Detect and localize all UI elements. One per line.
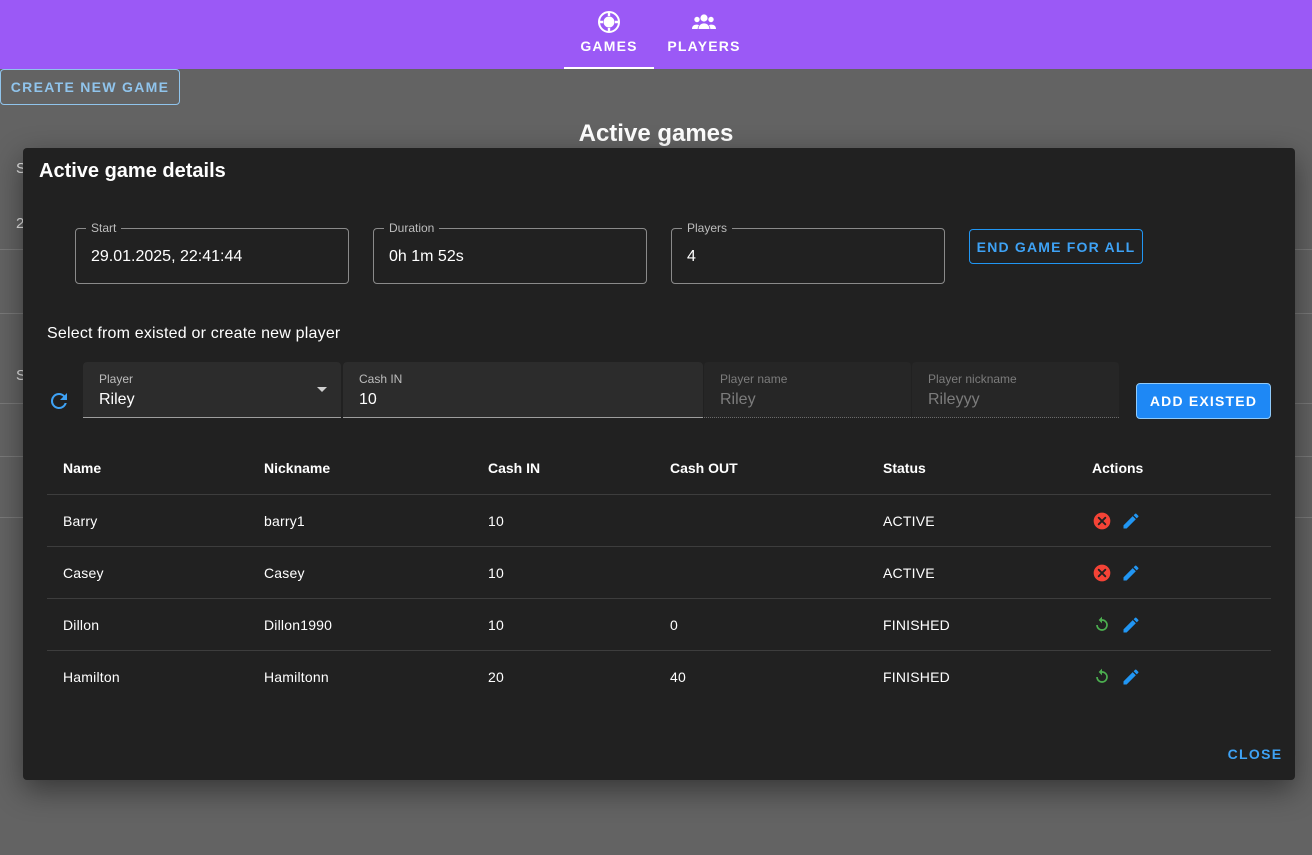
column-header: Status: [883, 460, 926, 476]
player-name-value: Riley: [720, 391, 756, 408]
player-select-value: Riley: [99, 391, 135, 408]
end-game-for-all-button[interactable]: END GAME FOR ALL: [969, 229, 1143, 264]
cash-out-cell: 0: [670, 617, 678, 633]
players-table: Name Nickname Cash IN Cash OUT Status Ac…: [47, 443, 1271, 703]
table-body: Barry barry1 10 ACTIVE Casey Casey 10 ACTIVE Dil…: [47, 495, 1271, 703]
players-count-field-label: Players: [682, 221, 733, 235]
nickname-cell: Hamiltonn: [264, 669, 329, 685]
cash-in-value: 10: [359, 391, 377, 408]
restore-icon[interactable]: [1092, 615, 1112, 635]
nickname-cell: Dillon1990: [264, 617, 333, 633]
player-name-cell: Dillon: [63, 617, 100, 633]
table-row: Casey Casey 10 ACTIVE: [47, 547, 1271, 599]
top-nav-bar: GAMES PLAYERS: [0, 0, 1312, 69]
player-select-label: Player: [99, 372, 134, 386]
dialog-title: Active game details: [39, 160, 226, 182]
start-field-value: 29.01.2025, 22:41:44: [91, 248, 243, 265]
cancel-icon[interactable]: [1092, 511, 1112, 531]
player-nickname-input: Player nickname Rileyyy: [912, 362, 1119, 418]
refresh-icon[interactable]: [47, 389, 71, 413]
cash-in-cell: 10: [488, 617, 504, 633]
column-header: Cash IN: [488, 460, 541, 476]
player-nickname-label: Player nickname: [928, 372, 1017, 386]
nickname-cell: barry1: [264, 513, 305, 529]
player-name-input: Player name Riley: [704, 362, 911, 418]
column-header: Actions: [1092, 460, 1144, 476]
edit-icon[interactable]: [1121, 667, 1141, 687]
player-name-cell: Barry: [63, 513, 98, 529]
cash-in-input[interactable]: Cash IN 10: [343, 362, 703, 418]
tab-games-label: GAMES: [580, 38, 638, 54]
cash-in-label: Cash IN: [359, 372, 403, 386]
add-existed-button[interactable]: ADD EXISTED: [1136, 383, 1271, 419]
table-row: Hamilton Hamiltonn 20 40 FINISHED: [47, 651, 1271, 703]
players-count-field[interactable]: Players 4: [671, 221, 945, 284]
column-header: Nickname: [264, 460, 331, 476]
player-select[interactable]: Player Riley: [83, 362, 341, 418]
create-new-game-button[interactable]: CREATE NEW GAME: [0, 69, 180, 105]
status-cell: ACTIVE: [883, 565, 935, 581]
edit-icon[interactable]: [1121, 563, 1141, 583]
group-icon: [692, 14, 716, 29]
duration-field[interactable]: Duration 0h 1m 52s: [373, 221, 647, 284]
players-count-field-value: 4: [687, 248, 696, 265]
duration-field-value: 0h 1m 52s: [389, 248, 464, 265]
status-cell: FINISHED: [883, 617, 950, 633]
start-field[interactable]: Start 29.01.2025, 22:41:44: [75, 221, 349, 284]
status-cell: ACTIVE: [883, 513, 935, 529]
player-name-cell: Hamilton: [63, 669, 120, 685]
tab-games[interactable]: GAMES: [564, 10, 654, 69]
dropdown-arrow-icon: [317, 387, 327, 392]
table-header: Name Nickname Cash IN Cash OUT Status Ac…: [47, 443, 1271, 495]
cash-in-cell: 20: [488, 669, 504, 685]
restore-icon[interactable]: [1092, 667, 1112, 687]
cancel-icon[interactable]: [1092, 563, 1112, 583]
tab-players-label: PLAYERS: [667, 38, 741, 54]
start-field-label: Start: [86, 221, 122, 235]
table-row: Dillon Dillon1990 10 0 FINISHED: [47, 599, 1271, 651]
edit-icon[interactable]: [1121, 615, 1141, 635]
player-nickname-value: Rileyyy: [928, 391, 980, 408]
player-section-heading: Select from existed or create new player: [47, 325, 341, 342]
cash-in-cell: 10: [488, 565, 504, 581]
player-name-cell: Casey: [63, 565, 104, 581]
active-game-details-dialog: Active game details Start 29.01.2025, 22…: [23, 148, 1295, 780]
page-title: Active games: [578, 120, 734, 147]
duration-field-label: Duration: [384, 221, 440, 235]
cash-in-cell: 10: [488, 513, 504, 529]
close-button[interactable]: CLOSE: [1215, 740, 1295, 768]
tab-players[interactable]: PLAYERS: [660, 10, 748, 69]
table-row: Barry barry1 10 ACTIVE: [47, 495, 1271, 547]
edit-icon[interactable]: [1121, 511, 1141, 531]
column-header: Cash OUT: [670, 460, 738, 476]
status-cell: FINISHED: [883, 669, 950, 685]
player-name-label: Player name: [720, 372, 788, 386]
column-header: Name: [63, 460, 102, 476]
nickname-cell: Casey: [264, 565, 305, 581]
cash-out-cell: 40: [670, 669, 686, 685]
poker-chip-icon: [598, 11, 620, 33]
